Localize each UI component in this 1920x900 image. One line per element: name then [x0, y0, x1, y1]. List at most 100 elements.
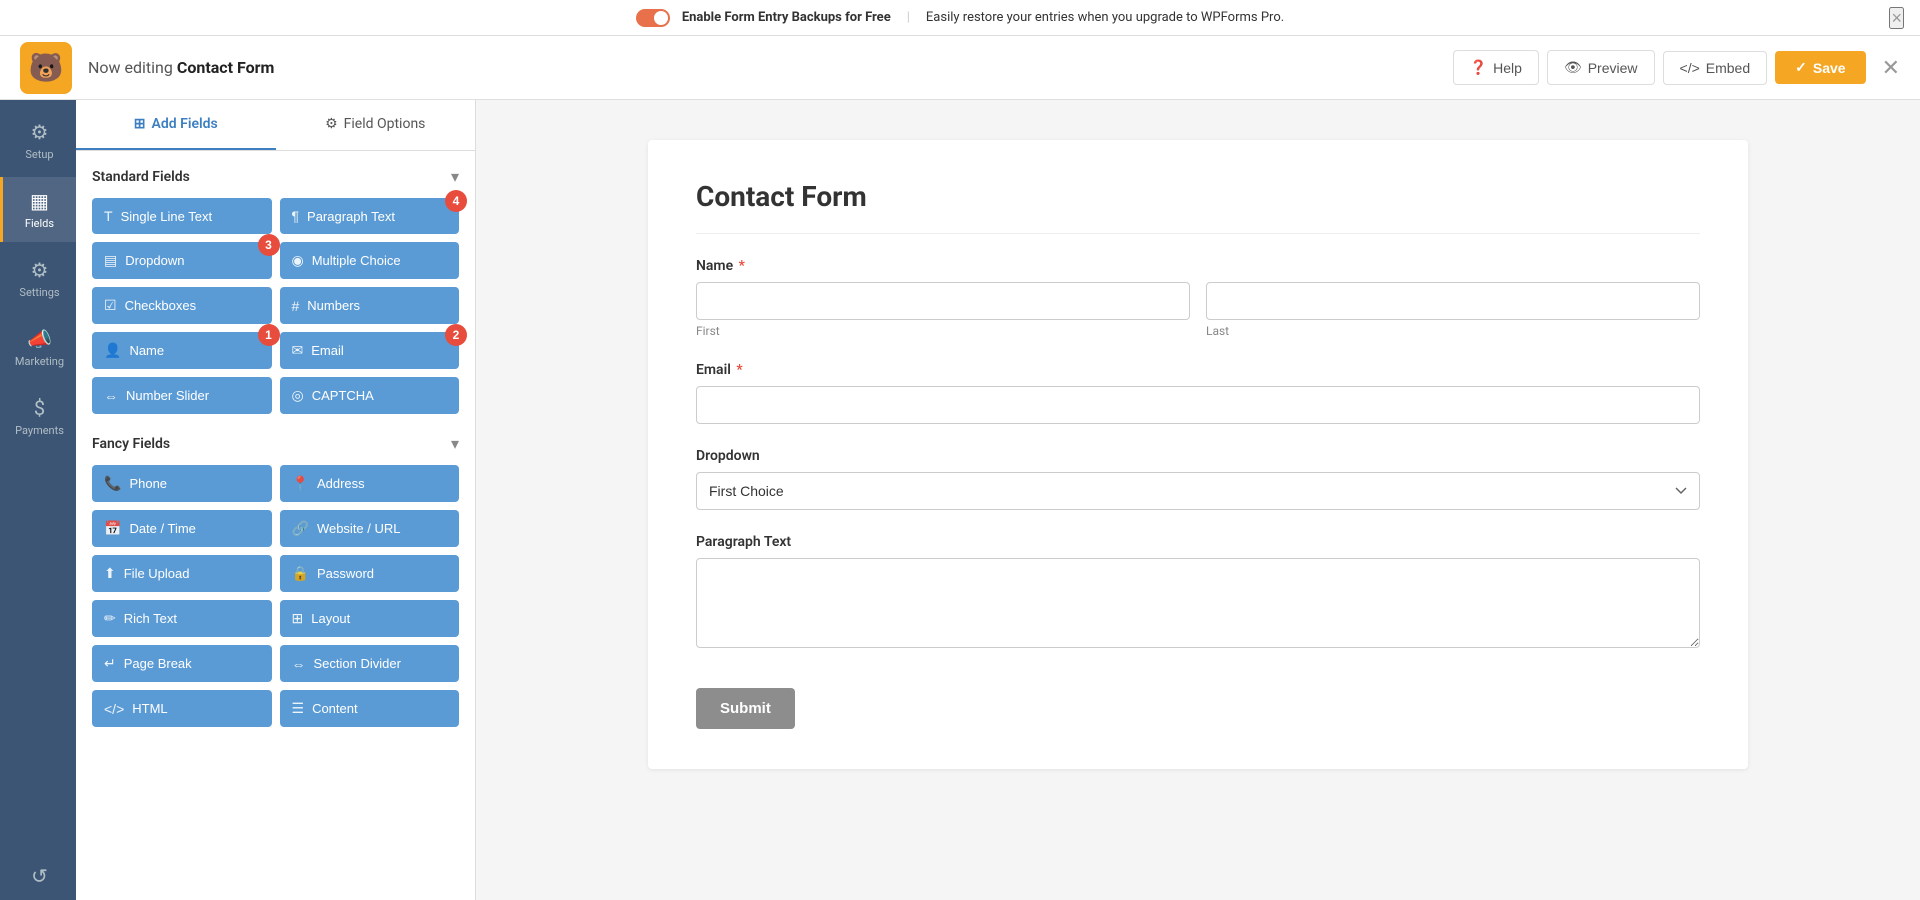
field-btn-dropdown[interactable]: ▤ Dropdown 3: [92, 242, 272, 279]
email-badge: 2: [445, 324, 467, 346]
paragraph-textarea[interactable]: [696, 558, 1700, 648]
banner-promo-text: Easily restore your entries when you upg…: [926, 10, 1284, 25]
name-required-star: *: [739, 258, 745, 274]
banner-toggle-label: Enable Form Entry Backups for Free: [682, 10, 891, 25]
form-preview: Contact Form Name * First Last: [476, 100, 1920, 900]
field-btn-multiple-choice[interactable]: ◉ Multiple Choice: [280, 242, 460, 279]
dropdown-badge: 3: [258, 234, 280, 256]
sidebar-item-setup[interactable]: ⚙ Setup: [0, 108, 76, 173]
name-fields-row: First Last: [696, 282, 1700, 338]
field-btn-number-slider[interactable]: ⇔ Number Slider: [92, 377, 272, 414]
name-first-group: First: [696, 282, 1190, 338]
email-required-star: *: [736, 362, 742, 378]
fields-icon: ▦: [30, 189, 49, 213]
numbers-label: Numbers: [307, 298, 360, 313]
preview-button[interactable]: 👁 Preview: [1547, 50, 1655, 85]
name-icon: 👤: [104, 342, 121, 359]
layout-icon: ⊞: [292, 610, 304, 627]
sidebar-item-marketing[interactable]: 📣 Marketing: [0, 315, 76, 380]
standard-chevron-icon: ▾: [451, 167, 459, 186]
field-btn-phone[interactable]: 📞 Phone: [92, 465, 272, 502]
form-name-header: Contact Form: [177, 58, 275, 77]
name-last-input[interactable]: [1206, 282, 1700, 320]
field-btn-website-url[interactable]: 🔗 Website / URL: [280, 510, 460, 547]
field-btn-captcha[interactable]: ◎ CAPTCHA: [280, 377, 460, 414]
email-input[interactable]: [696, 386, 1700, 424]
panel-scroll: Standard Fields ▾ T Single Line Text ¶ P…: [76, 151, 475, 900]
field-btn-page-break[interactable]: ↵ Page Break: [92, 645, 272, 682]
help-icon: ❓: [1470, 59, 1487, 76]
save-check-icon: ✓: [1795, 59, 1807, 76]
rich-text-label: Rich Text: [124, 611, 177, 626]
field-btn-rich-text[interactable]: ✏ Rich Text: [92, 600, 272, 637]
preview-icon: 👁: [1564, 59, 1582, 76]
payments-icon: $: [34, 396, 45, 420]
checkboxes-label: Checkboxes: [125, 298, 197, 313]
field-btn-layout[interactable]: ⊞ Layout: [280, 600, 460, 637]
embed-icon: </>: [1680, 60, 1700, 76]
setup-label: Setup: [25, 148, 53, 161]
tab-add-fields[interactable]: ⊞ Add Fields: [76, 100, 276, 150]
field-btn-address[interactable]: 📍 Address: [280, 465, 460, 502]
multiple-choice-label: Multiple Choice: [312, 253, 401, 268]
field-btn-section-divider[interactable]: ⇔ Section Divider: [280, 645, 460, 682]
submit-button[interactable]: Submit: [696, 688, 795, 729]
form-field-dropdown: Dropdown First Choice: [696, 448, 1700, 510]
form-field-paragraph: Paragraph Text: [696, 534, 1700, 652]
tab-field-options[interactable]: ⚙ Field Options: [276, 100, 476, 150]
embed-label: Embed: [1706, 60, 1750, 76]
dropdown-field-label: Dropdown: [696, 448, 1700, 464]
file-upload-icon: ⬆: [104, 565, 116, 582]
checkboxes-icon: ☑: [104, 297, 117, 314]
field-btn-file-upload[interactable]: ⬆ File Upload: [92, 555, 272, 592]
field-btn-email[interactable]: ✉ Email 2: [280, 332, 460, 369]
name-label-text: Name: [696, 258, 733, 274]
settings-label: Settings: [19, 286, 59, 299]
single-line-text-label: Single Line Text: [121, 209, 213, 224]
help-button[interactable]: ❓ Help: [1453, 50, 1539, 85]
field-btn-content[interactable]: ☰ Content: [280, 690, 460, 727]
email-icon: ✉: [292, 342, 304, 359]
payments-label: Payments: [15, 424, 64, 437]
field-btn-paragraph-text[interactable]: ¶ Paragraph Text 4: [280, 198, 460, 234]
layout-label: Layout: [311, 611, 350, 626]
close-editor-button[interactable]: ✕: [1882, 55, 1900, 81]
section-divider-icon: ⇔: [292, 656, 306, 672]
field-btn-numbers[interactable]: # Numbers: [280, 287, 460, 324]
field-options-icon: ⚙: [325, 116, 338, 132]
numbers-icon: #: [292, 298, 300, 314]
banner-close-button[interactable]: ×: [1889, 7, 1904, 29]
address-icon: 📍: [292, 475, 309, 492]
fancy-fields-header[interactable]: Fancy Fields ▾: [92, 434, 459, 453]
standard-section-title: Standard Fields: [92, 169, 190, 185]
dropdown-icon: ▤: [104, 252, 117, 269]
email-label-text: Email: [696, 362, 731, 378]
sidebar-item-payments[interactable]: $ Payments: [0, 384, 76, 449]
header-actions: ❓ Help 👁 Preview </> Embed ✓ Save ✕: [1453, 50, 1900, 85]
date-time-icon: 📅: [104, 520, 121, 537]
app-logo: 🐻: [20, 42, 72, 94]
sidebar-item-undo[interactable]: ↺: [0, 852, 76, 900]
backup-toggle[interactable]: [636, 9, 670, 27]
field-btn-single-line-text[interactable]: T Single Line Text: [92, 198, 272, 234]
save-label: Save: [1813, 60, 1846, 76]
name-last-label: Last: [1206, 324, 1700, 338]
field-btn-password[interactable]: 🔒 Password: [280, 555, 460, 592]
number-slider-icon: ⇔: [104, 388, 118, 404]
fancy-fields-grid: 📞 Phone 📍 Address 📅 Date / Time 🔗 Websit…: [92, 465, 459, 727]
sidebar-item-settings[interactable]: ⚙ Settings: [0, 246, 76, 311]
field-btn-checkboxes[interactable]: ☑ Checkboxes: [92, 287, 272, 324]
address-label: Address: [317, 476, 365, 491]
standard-fields-header[interactable]: Standard Fields ▾: [92, 167, 459, 186]
name-first-input[interactable]: [696, 282, 1190, 320]
field-btn-html[interactable]: </> HTML: [92, 690, 272, 727]
embed-button[interactable]: </> Embed: [1663, 51, 1768, 85]
field-btn-name[interactable]: 👤 Name 1: [92, 332, 272, 369]
dropdown-select[interactable]: First Choice: [696, 472, 1700, 510]
section-divider-label: Section Divider: [314, 656, 401, 671]
website-url-label: Website / URL: [317, 521, 401, 536]
save-button[interactable]: ✓ Save: [1775, 51, 1865, 84]
field-btn-date-time[interactable]: 📅 Date / Time: [92, 510, 272, 547]
sidebar-item-fields[interactable]: ▦ Fields: [0, 177, 76, 242]
undo-icon: ↺: [31, 864, 48, 888]
